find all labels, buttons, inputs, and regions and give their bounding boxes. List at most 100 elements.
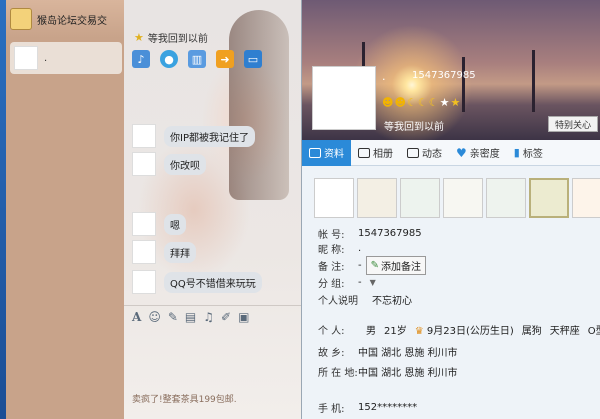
message-item: 拜拜 [132,240,196,264]
edit-icon[interactable]: ✐ [221,310,231,324]
tab-tags[interactable]: ▮ 标签 [507,140,550,166]
font-icon[interactable]: A [132,310,141,324]
image-icon[interactable]: ▣ [238,310,249,324]
id-card-icon [309,147,321,158]
transfer-icon[interactable]: ➜ [216,50,234,68]
sender-avatar[interactable] [132,270,156,294]
message-item: QQ号不错借来玩玩 [132,270,262,294]
motto-row: 个人说明 不忘初心 [318,292,412,307]
profile-tabs: 资料 相册 动态 ♥ 亲密度 ▮ 标签 [302,139,600,166]
message-bubble: QQ号不错借来玩玩 [164,271,262,293]
hometown-value: 中国 湖北 恩施 利川市 [358,348,458,359]
sender-avatar[interactable] [132,212,156,236]
moon-icon: ☾ [417,96,428,109]
birthday-field: ♛ 9月23日(公历生日) [415,322,514,337]
chart-icon[interactable]: ▥ [188,50,206,68]
background-photo [229,10,289,200]
list-icon [407,147,419,158]
photo-strip [314,178,600,218]
message-item: 你IP都被我记住了 [132,124,255,148]
session-item[interactable]: . [10,42,122,74]
film-icon[interactable]: ▤ [185,310,196,324]
hometown-row: 故 乡: 中国 湖北 恩施 利川市 [318,344,458,359]
constellation-value: 天秤座 [549,326,580,337]
session-avatar [14,46,38,70]
group-value[interactable]: - [358,277,362,288]
blood-type-value: O型 [587,326,600,337]
tab-album[interactable]: 相册 [351,140,400,166]
location-row: 所 在 地: 中国 湖北 恩施 利川市 [318,364,458,379]
session-label: . [44,52,48,64]
ad-banner[interactable]: 卖疯了!整套茶具199包邮. [124,392,301,412]
location-label: 所 在 地: [318,368,358,379]
account-value: 1547367985 [358,228,422,239]
sender-avatar[interactable] [132,240,156,264]
tab-label: 亲密度 [469,149,500,160]
photo-thumbnail[interactable] [572,178,600,218]
nickname-value: . [358,243,362,254]
sender-avatar[interactable] [132,124,156,148]
motto-label: 个人说明 [318,296,358,307]
message-item: 你改呗 [132,152,206,176]
signature-text: 等我回到以前 [147,34,208,45]
emoji-icon[interactable]: ☺ [148,310,161,324]
sun-icon: ☻ [382,96,394,109]
message-bubble: 拜拜 [164,241,196,263]
photo-thumbnail[interactable] [400,178,440,218]
special-care-button[interactable]: 特别关心 [548,116,598,132]
location-value: 中国 湖北 恩施 利川市 [358,368,458,379]
bookmark-icon: ▮ [513,146,520,159]
magic-icon[interactable]: ✎ [168,310,178,324]
gender-value: 男 [366,326,376,337]
profile-status: 等我回到以前 [384,122,444,133]
photo-thumbnail[interactable] [529,178,569,218]
group-avatar[interactable] [10,8,32,30]
tab-label: 资料 [324,149,344,160]
crown-icon: ♛ [414,326,424,337]
sender-avatar[interactable] [132,152,156,176]
chat-title-bar[interactable]: 猴岛论坛交易交 [6,0,124,38]
account-label: 帐 号: [318,230,345,241]
photo-thumbnail[interactable] [314,178,354,218]
tab-intimacy[interactable]: ♥ 亲密度 [449,140,507,166]
tree-silhouette [462,57,465,112]
photo-thumbnail[interactable] [357,178,397,218]
sun-icon: ☻ [394,96,406,109]
chevron-down-icon[interactable]: ▼ [370,278,376,287]
remark-value: - [358,260,362,271]
tab-feed[interactable]: 动态 [400,140,449,166]
phone-value: 152******** [358,402,418,413]
profile-window: . 1547367985 ☻ ☻ ☾ ☾ ☾ ★ ★ 等我回到以前 特别关心 资… [302,0,600,419]
message-bubble: 嗯 [164,213,186,235]
photo-thumbnail[interactable] [443,178,483,218]
add-remark-button[interactable]: ✎ 添加备注 [365,256,426,275]
message-bubble: 你IP都被我记住了 [164,125,255,147]
group-label: 分 组: [318,279,345,290]
profile-qq-number: 1547367985 [412,70,476,81]
screen-share-icon[interactable]: ▭ [244,50,262,68]
birthday-value: 9月23日(公历生日) [426,326,514,337]
video-icon[interactable]: ● [160,50,178,68]
photo-thumbnail[interactable] [486,178,526,218]
mic-icon[interactable]: ♪ [132,50,150,68]
tab-label: 标签 [522,149,543,160]
star-icon: ★ [450,96,461,109]
remark-row: 备 注: - ✎ 添加备注 [318,256,426,275]
level-icons[interactable]: ☻ ☻ ☾ ☾ ☾ ★ ★ [382,96,460,109]
chat-title: 猴岛论坛交易交 [37,15,107,27]
phone-row: 手 机: 152******** [318,400,417,415]
account-row: 帐 号: 1547367985 [318,226,422,241]
profile-avatar[interactable] [312,66,376,130]
message-item: 嗯 [132,212,186,236]
heart-icon: ♥ [456,145,467,160]
tab-profile[interactable]: 资料 [302,139,351,166]
pencil-icon: ✎ [370,260,379,271]
star-icon: ★ [439,96,450,109]
personal-row: 个 人: 男 21岁 ♛ 9月23日(公历生日) 属狗 天秤座 O型 [318,322,600,337]
voice-icon[interactable]: ♫ [203,310,214,324]
moon-icon: ☾ [406,96,417,109]
chat-main-panel: ★ 等我回到以前 ♪ ● ▥ ➜ ▭ 你IP都被我记住了 你改呗 嗯 拜拜 QQ… [124,0,301,419]
nickname-label: 昵 称: [318,245,345,256]
star-icon: ★ [134,31,144,44]
tab-label: 动态 [422,149,442,160]
